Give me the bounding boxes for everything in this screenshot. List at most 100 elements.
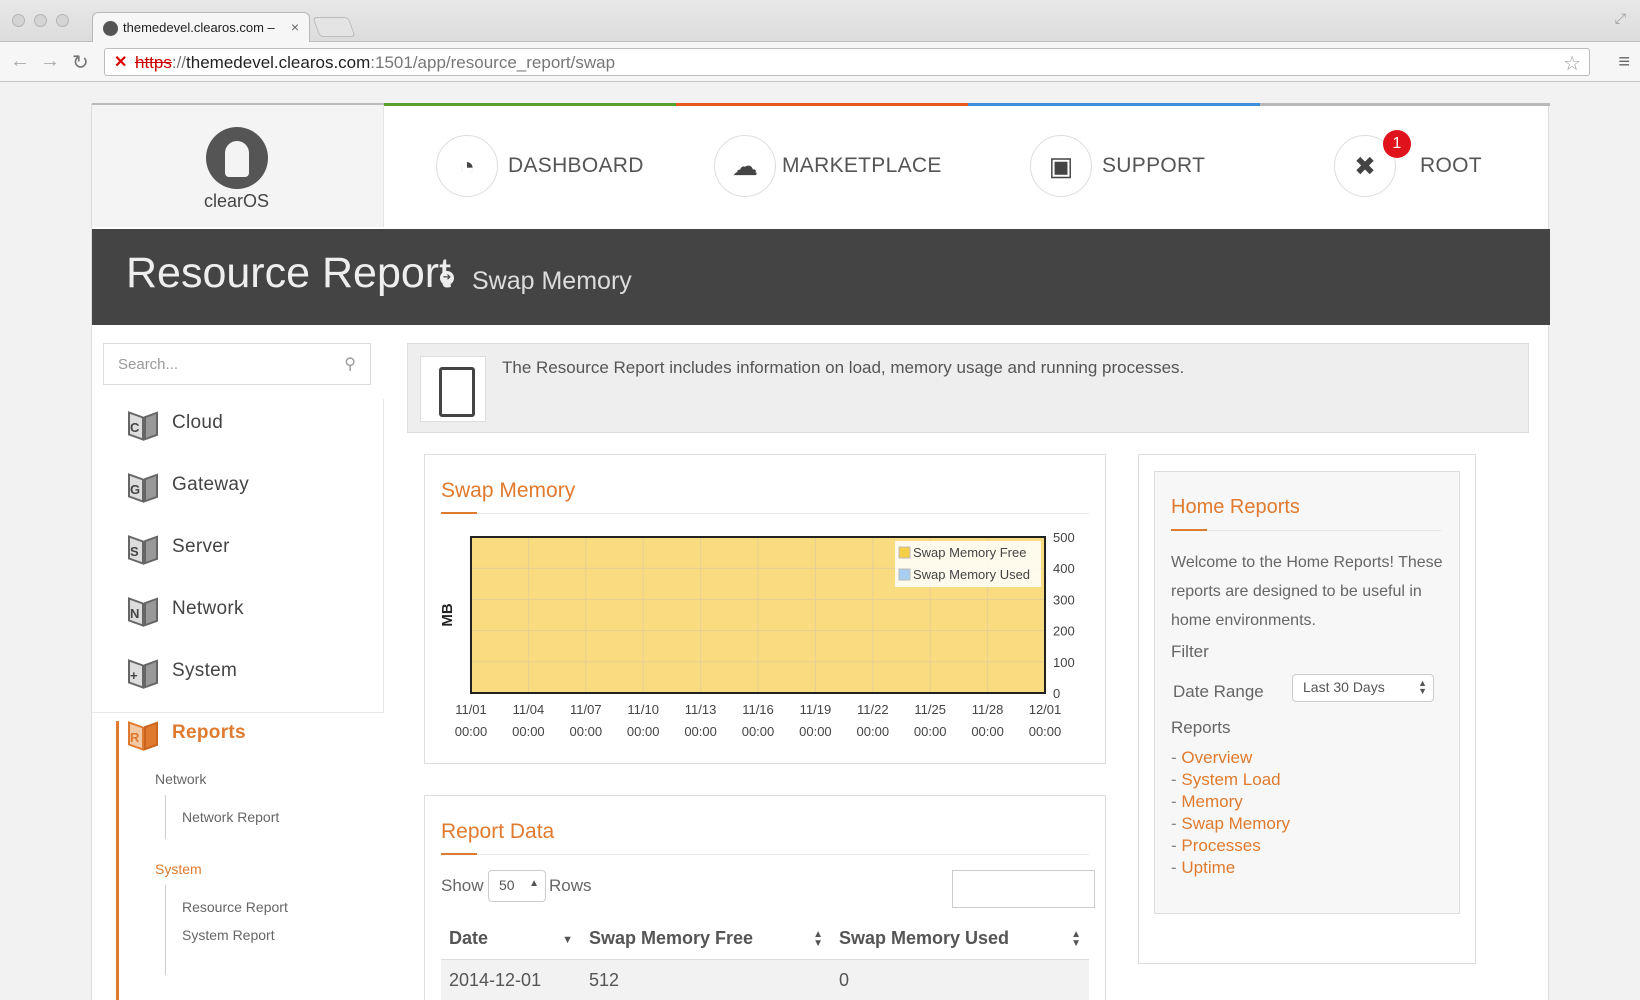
sidebar-item-label: Reports: [172, 722, 246, 743]
system-cube-icon: +: [126, 654, 160, 689]
select-arrows-icon: ▲: [529, 878, 539, 889]
date-range-value: Last 30 Days: [1303, 679, 1385, 695]
y-tick-label: 100: [1053, 655, 1075, 670]
legend-swatch: [898, 546, 911, 559]
color-bar-blue: [968, 103, 1260, 106]
column-header-swap-free[interactable]: Swap Memory Free ▲ ▼: [581, 918, 831, 960]
report-link-processes[interactable]: - Processes: [1171, 836, 1261, 856]
legend-label: Swap Memory Used: [913, 567, 1030, 582]
url-separator: ://: [171, 53, 187, 72]
home-reports-panel: Home Reports Welcome to the Home Reports…: [1154, 471, 1460, 914]
info-text: The Resource Report includes information…: [502, 358, 1185, 377]
sidebar-item-network[interactable]: N Network: [126, 587, 244, 631]
report-link-memory[interactable]: - Memory: [1171, 792, 1243, 812]
sidebar-group-network: Network: [155, 771, 207, 787]
cell-swap-free: 512: [589, 970, 620, 990]
x-tick-label-date: 11/13: [685, 702, 717, 717]
sidebar-item-system[interactable]: + System: [126, 649, 237, 693]
search-icon[interactable]: ⚲: [344, 354, 356, 374]
server-cube-icon: S: [126, 530, 160, 565]
fullscreen-icon[interactable]: ⤢: [1615, 10, 1626, 27]
y-tick-label: 400: [1053, 561, 1075, 576]
x-tick-label-date: 12/01: [1029, 702, 1062, 717]
nav-marketplace-label: MARKETPLACE: [782, 154, 942, 177]
tab-close-icon[interactable]: ×: [291, 19, 299, 35]
nav-dashboard[interactable]: ◔ DASHBOARD: [436, 133, 644, 199]
table-filter-input[interactable]: [952, 870, 1095, 908]
reload-icon[interactable]: ↻: [72, 50, 89, 75]
nav-marketplace[interactable]: ☁ MARKETPLACE: [714, 133, 942, 199]
filter-label: Filter: [1171, 642, 1209, 661]
column-header-swap-used[interactable]: Swap Memory Used ▲ ▼: [831, 918, 1089, 960]
x-tick-label-time: 00:00: [684, 724, 717, 739]
new-tab-button[interactable]: [312, 17, 356, 37]
browser-tab-bar: themedevel.clearos.com – × ⤢: [0, 0, 1640, 43]
tools-icon: ✖ 1: [1334, 130, 1411, 197]
sidebar-link-network-report[interactable]: Network Report: [182, 809, 279, 825]
clearos-favicon-icon: [103, 21, 118, 36]
title-rule: [441, 853, 1089, 855]
x-tick-label-time: 00:00: [914, 724, 947, 739]
report-data-box: Report Data Show 50 ▲ Rows Date ▼ Swap Me…: [424, 795, 1106, 1000]
report-link-overview[interactable]: - Overview: [1171, 748, 1252, 768]
back-icon[interactable]: ←: [10, 50, 30, 73]
bookmark-star-icon[interactable]: ☆: [1563, 51, 1581, 76]
sidebar-link-resource-report[interactable]: Resource Report: [182, 899, 288, 915]
column-header-date[interactable]: Date ▼: [441, 918, 581, 960]
window-zoom-button[interactable]: [56, 14, 69, 27]
sort-both-icon: ▲ ▼: [1071, 929, 1081, 949]
report-data-title: Report Data: [441, 820, 555, 843]
tree-line: [165, 795, 166, 839]
nav-support[interactable]: ▣ SUPPORT: [1030, 133, 1205, 199]
home-reports-welcome: Welcome to the Home Reports! These repor…: [1171, 554, 1443, 629]
show-label: Show: [441, 876, 484, 895]
x-tick-label-date: 11/28: [972, 702, 1004, 717]
x-tick-label-time: 00:00: [570, 724, 603, 739]
rows-select[interactable]: 50 ▲: [488, 870, 546, 902]
nav-root-label: ROOT: [1420, 154, 1482, 177]
logo-area[interactable]: clearOS: [92, 105, 384, 227]
page-title: Resource Report: [126, 249, 452, 297]
nav-support-label: SUPPORT: [1102, 154, 1206, 177]
cell-date: 2014-12-01: [449, 970, 542, 990]
sidebar-item-label: Cloud: [172, 412, 224, 433]
browser-menu-icon[interactable]: ≡: [1618, 51, 1630, 74]
x-tick-label-date: 11/19: [800, 702, 832, 717]
report-link-swap-memory[interactable]: - Swap Memory: [1171, 814, 1290, 834]
x-tick-label-date: 11/04: [513, 702, 545, 717]
url-scheme: https: [135, 53, 172, 72]
sidebar-item-cloud[interactable]: C Cloud: [126, 401, 223, 445]
inbox-icon: ▣: [1030, 135, 1092, 197]
cloud-download-icon: ☁: [714, 135, 776, 197]
window-minimize-button[interactable]: [34, 14, 47, 27]
sidebar-item-reports[interactable]: R Reports: [126, 711, 246, 755]
title-rule: [1171, 529, 1441, 531]
browser-tab[interactable]: themedevel.clearos.com – ×: [92, 12, 310, 43]
sort-desc-icon: ▼: [562, 934, 573, 946]
url-path: :1501/app/resource_report/swap: [370, 53, 616, 72]
address-bar[interactable]: ✕ https://themedevel.clearos.com:1501/ap…: [104, 48, 1590, 76]
app-page: clearOS ◔ DASHBOARD ☁ MARKETPLACE ▣ SUPP…: [91, 103, 1550, 1000]
search-input[interactable]: Search... ⚲: [103, 343, 371, 385]
color-bar-gray-right: [1260, 103, 1550, 106]
nav-root[interactable]: ✖ 1 ROOT: [1334, 130, 1482, 199]
x-tick-label-date: 11/01: [455, 702, 487, 717]
forward-icon[interactable]: →: [40, 50, 60, 73]
x-tick-label-date: 11/16: [742, 702, 774, 717]
sidebar-item-server[interactable]: S Server: [126, 525, 230, 569]
tree-line: [165, 885, 166, 975]
sidebar-item-label: System: [172, 660, 238, 681]
date-range-select[interactable]: Last 30 Days ▲ ▼: [1292, 674, 1434, 702]
sort-both-icon: ▲ ▼: [813, 929, 823, 949]
report-link-system-load[interactable]: - System Load: [1171, 770, 1281, 790]
swap-memory-box: Swap Memory 500 400 300 200 100 0 11/01 00:00 11…: [424, 454, 1106, 764]
sidebar-link-system-report[interactable]: System Report: [182, 927, 275, 943]
sidebar-item-label: Server: [172, 536, 230, 557]
sidebar-item-gateway[interactable]: G Gateway: [126, 463, 249, 507]
rows-select-value: 50: [499, 877, 515, 893]
rows-label: Rows: [549, 876, 592, 895]
cell-swap-used: 0: [839, 970, 850, 990]
window-close-button[interactable]: [12, 14, 25, 27]
report-link-uptime[interactable]: - Uptime: [1171, 858, 1235, 878]
gateway-cube-icon: G: [126, 468, 160, 503]
